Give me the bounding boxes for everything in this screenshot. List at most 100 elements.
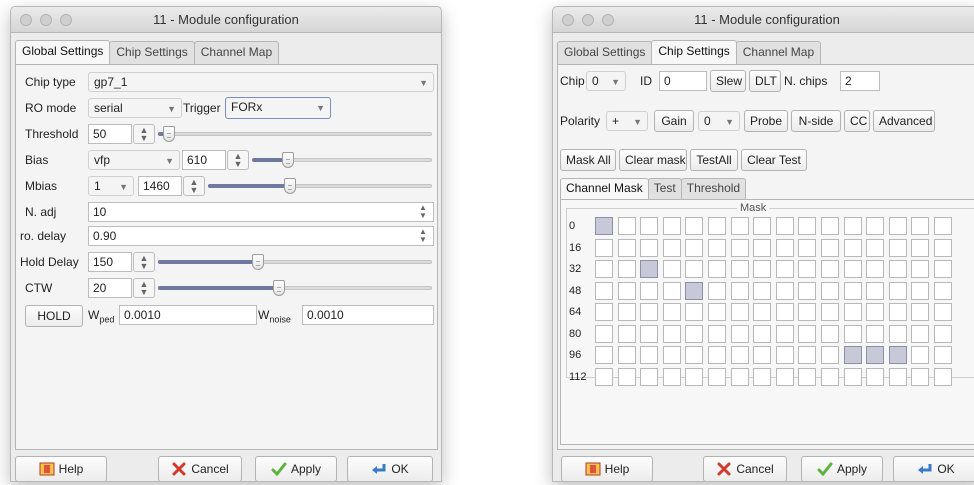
threshold-stepper[interactable]: ▲ ▼: [133, 124, 155, 144]
channel-mask-checkbox[interactable]: [708, 282, 726, 300]
cc-button[interactable]: CC: [844, 110, 870, 132]
channel-mask-checkbox[interactable]: [934, 282, 952, 300]
clear-mask-button[interactable]: Clear mask: [619, 149, 687, 171]
close-window-icon[interactable]: [20, 14, 32, 26]
channel-mask-checkbox[interactable]: [595, 239, 613, 257]
channel-mask-checkbox[interactable]: [866, 368, 884, 386]
channel-mask-checkbox[interactable]: [685, 368, 703, 386]
channel-mask-checkbox[interactable]: [685, 325, 703, 343]
channel-mask-checkbox[interactable]: [776, 260, 794, 278]
channel-mask-checkbox[interactable]: [934, 325, 952, 343]
hold-delay-slider[interactable]: [158, 252, 432, 272]
channel-mask-checkbox[interactable]: [798, 260, 816, 278]
channel-mask-checkbox[interactable]: [731, 346, 749, 364]
channel-mask-checkbox[interactable]: [595, 368, 613, 386]
advanced-button[interactable]: Advanced: [873, 110, 935, 132]
channel-mask-checkbox[interactable]: [663, 217, 681, 235]
channel-mask-checkbox[interactable]: [708, 325, 726, 343]
cancel-button[interactable]: Cancel: [158, 456, 242, 481]
channel-mask-checkbox[interactable]: [911, 346, 929, 364]
channel-mask-checkbox[interactable]: [889, 217, 907, 235]
channel-mask-checkbox[interactable]: [595, 217, 613, 235]
channel-mask-checkbox[interactable]: [618, 260, 636, 278]
channel-mask-checkbox[interactable]: [889, 325, 907, 343]
hold-delay-input[interactable]: 150: [88, 252, 132, 272]
channel-mask-checkbox[interactable]: [663, 346, 681, 364]
minimize-window-icon[interactable]: [40, 14, 52, 26]
channel-mask-checkbox[interactable]: [798, 282, 816, 300]
channel-mask-checkbox[interactable]: [821, 303, 839, 321]
channel-mask-checkbox[interactable]: [663, 303, 681, 321]
channel-mask-checkbox[interactable]: [640, 217, 658, 235]
minimize-window-icon[interactable]: [582, 14, 594, 26]
channel-mask-checkbox[interactable]: [731, 303, 749, 321]
window-titlebar[interactable]: 11 - Module configuration: [553, 7, 974, 33]
channel-mask-checkbox[interactable]: [911, 282, 929, 300]
channel-mask-checkbox[interactable]: [798, 346, 816, 364]
channel-mask-checkbox[interactable]: [708, 260, 726, 278]
hold-delay-stepper[interactable]: ▲ ▼: [133, 252, 155, 272]
channel-mask-checkbox[interactable]: [753, 346, 771, 364]
channel-mask-checkbox[interactable]: [889, 368, 907, 386]
trigger-select[interactable]: FORx ▼: [225, 97, 331, 119]
channel-mask-checkbox[interactable]: [776, 239, 794, 257]
tab-global-settings[interactable]: Global Settings: [557, 41, 653, 64]
channel-mask-checkbox[interactable]: [640, 239, 658, 257]
channel-mask-checkbox[interactable]: [663, 368, 681, 386]
channel-mask-checkbox[interactable]: [731, 217, 749, 235]
channel-mask-checkbox[interactable]: [889, 346, 907, 364]
channel-mask-checkbox[interactable]: [911, 325, 929, 343]
tab-channel-map[interactable]: Channel Map: [193, 41, 280, 64]
test-all-button[interactable]: TestAll: [690, 149, 738, 171]
threshold-input[interactable]: 50: [88, 124, 132, 144]
channel-mask-checkbox[interactable]: [866, 346, 884, 364]
channel-mask-checkbox[interactable]: [911, 303, 929, 321]
window-titlebar[interactable]: 11 - Module configuration: [11, 7, 441, 33]
channel-mask-checkbox[interactable]: [640, 368, 658, 386]
channel-mask-checkbox[interactable]: [844, 303, 862, 321]
slider-handle[interactable]: [282, 152, 294, 168]
channel-mask-checkbox[interactable]: [821, 346, 839, 364]
channel-mask-checkbox[interactable]: [753, 303, 771, 321]
n-adj-input[interactable]: 10 ▲ ▼: [88, 202, 434, 222]
dlt-button[interactable]: DLT: [749, 70, 781, 92]
channel-mask-checkbox[interactable]: [889, 260, 907, 278]
channel-mask-checkbox[interactable]: [731, 239, 749, 257]
channel-mask-checkbox[interactable]: [911, 239, 929, 257]
channel-mask-checkbox[interactable]: [844, 282, 862, 300]
channel-mask-checkbox[interactable]: [663, 325, 681, 343]
bias-slider[interactable]: [252, 150, 432, 170]
channel-mask-checkbox[interactable]: [753, 260, 771, 278]
channel-mask-checkbox[interactable]: [798, 325, 816, 343]
polarity-select[interactable]: + ▼: [606, 111, 648, 131]
channel-mask-checkbox[interactable]: [844, 368, 862, 386]
channel-mask-checkbox[interactable]: [821, 239, 839, 257]
channel-mask-checkbox[interactable]: [618, 346, 636, 364]
tab-chip-settings[interactable]: Chip Settings: [109, 41, 195, 64]
mbias-select[interactable]: 1 ▼: [88, 176, 134, 196]
channel-mask-checkbox[interactable]: [618, 282, 636, 300]
slider-handle[interactable]: [252, 254, 264, 270]
channel-mask-checkbox[interactable]: [798, 368, 816, 386]
channel-mask-checkbox[interactable]: [618, 239, 636, 257]
ro-mode-select[interactable]: serial ▼: [88, 98, 182, 118]
bias-spinbox-input[interactable]: 610: [182, 150, 226, 170]
channel-mask-checkbox[interactable]: [889, 282, 907, 300]
channel-mask-checkbox[interactable]: [708, 346, 726, 364]
hold-button[interactable]: HOLD: [25, 305, 83, 327]
channel-mask-checkbox[interactable]: [731, 368, 749, 386]
subtab-channel-mask[interactable]: Channel Mask: [560, 178, 649, 199]
chip-select[interactable]: 0 ▼: [586, 71, 626, 91]
channel-mask-checkbox[interactable]: [844, 260, 862, 278]
mbias-slider[interactable]: [208, 176, 432, 196]
channel-mask-checkbox[interactable]: [753, 217, 771, 235]
channel-mask-checkbox[interactable]: [731, 260, 749, 278]
w-ped-input[interactable]: 0.0010: [119, 305, 257, 325]
channel-mask-checkbox[interactable]: [866, 217, 884, 235]
slew-button[interactable]: Slew: [710, 70, 746, 92]
channel-mask-checkbox[interactable]: [663, 260, 681, 278]
channel-mask-checkbox[interactable]: [640, 260, 658, 278]
zoom-window-icon[interactable]: [602, 14, 614, 26]
channel-mask-checkbox[interactable]: [753, 325, 771, 343]
channel-mask-checkbox[interactable]: [934, 239, 952, 257]
